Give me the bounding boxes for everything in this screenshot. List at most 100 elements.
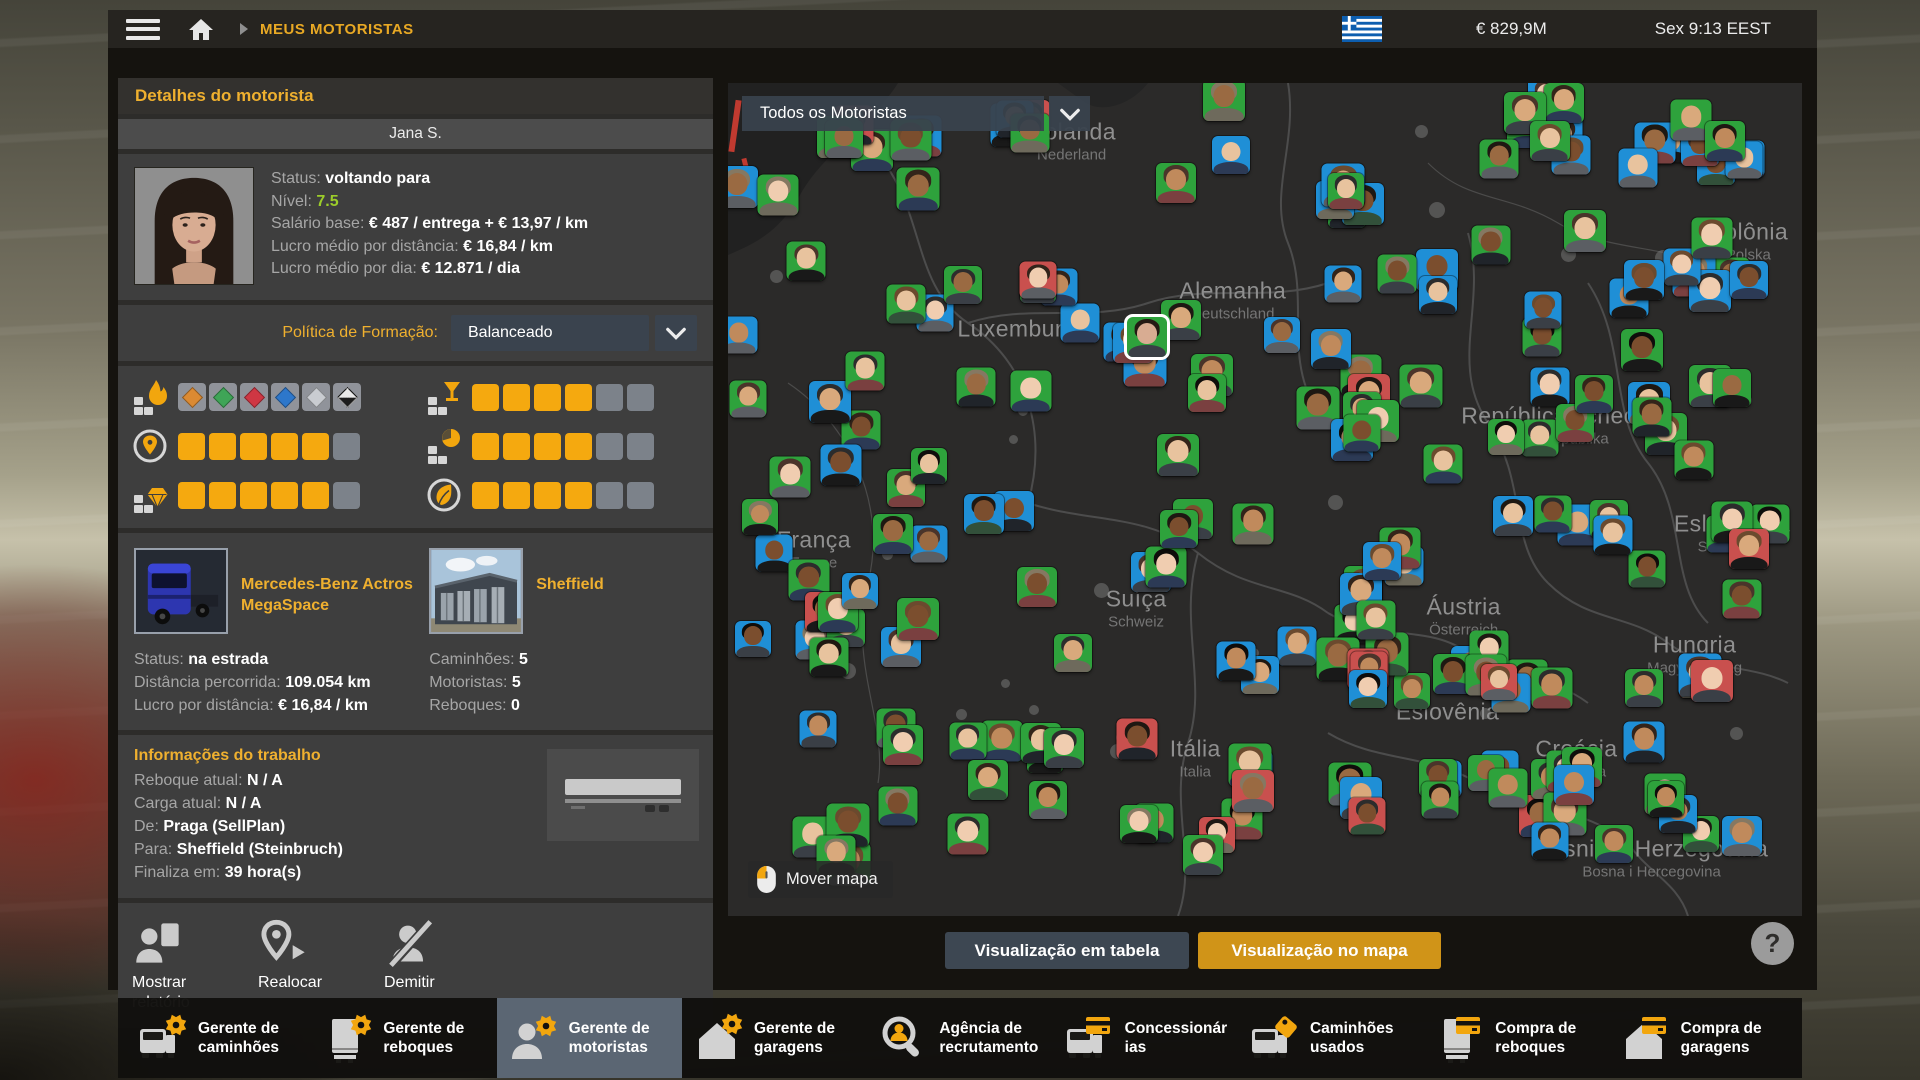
driver-marker[interactable] bbox=[1595, 825, 1633, 863]
driver-marker[interactable] bbox=[742, 499, 778, 535]
driver-marker[interactable] bbox=[1422, 782, 1459, 819]
driver-marker[interactable] bbox=[1525, 292, 1562, 329]
driver-marker[interactable] bbox=[1493, 496, 1533, 536]
driver-marker[interactable] bbox=[1593, 516, 1632, 555]
driver-marker[interactable] bbox=[1233, 503, 1274, 544]
map-view-button[interactable]: Visualização no mapa bbox=[1198, 932, 1441, 969]
driver-marker[interactable] bbox=[1029, 781, 1067, 819]
driver-marker[interactable] bbox=[911, 448, 947, 484]
driver-marker[interactable] bbox=[1575, 375, 1613, 413]
driver-marker[interactable] bbox=[1629, 551, 1666, 588]
driver-marker[interactable] bbox=[897, 167, 940, 210]
driver-marker[interactable] bbox=[1564, 210, 1606, 252]
driver-marker[interactable] bbox=[1044, 728, 1084, 768]
driver-marker[interactable] bbox=[1212, 136, 1250, 174]
relocate-button[interactable]: Realocar bbox=[258, 918, 358, 993]
driver-marker[interactable] bbox=[1161, 300, 1201, 340]
driver-marker[interactable] bbox=[1203, 83, 1245, 121]
chevron-down-icon[interactable] bbox=[655, 315, 697, 351]
driver-marker[interactable] bbox=[947, 814, 988, 855]
driver-marker[interactable] bbox=[1419, 276, 1457, 314]
driver-marker[interactable] bbox=[1264, 317, 1300, 353]
driver-marker[interactable] bbox=[1054, 634, 1092, 672]
driver-marker[interactable] bbox=[1531, 823, 1568, 860]
driver-marker[interactable] bbox=[1624, 260, 1664, 300]
driver-marker[interactable] bbox=[800, 710, 837, 747]
driver-marker[interactable] bbox=[758, 174, 799, 215]
driver-marker[interactable] bbox=[1481, 664, 1517, 700]
driver-marker[interactable] bbox=[842, 573, 878, 609]
driver-marker[interactable] bbox=[728, 317, 757, 354]
driver-marker[interactable] bbox=[1544, 83, 1584, 123]
driver-marker[interactable] bbox=[944, 266, 982, 304]
table-view-button[interactable]: Visualização em tabela bbox=[945, 932, 1189, 969]
drivers-map[interactable]: HolandaNederlandAlemanhaDeutschlandLuxem… bbox=[728, 83, 1802, 916]
driver-marker[interactable] bbox=[809, 637, 848, 676]
driver-marker[interactable] bbox=[1730, 261, 1768, 299]
driver-marker[interactable] bbox=[1729, 529, 1769, 569]
nav-item-buy-garages[interactable]: Compra de garagens bbox=[1609, 998, 1794, 1078]
driver-marker[interactable] bbox=[1530, 368, 1569, 407]
driver-marker[interactable] bbox=[730, 380, 767, 417]
dismiss-button[interactable]: Demitir bbox=[384, 918, 484, 993]
driver-marker[interactable] bbox=[1363, 542, 1401, 580]
assigned-truck-card[interactable]: Mercedes-Benz Actros MegaSpace bbox=[134, 548, 423, 634]
driver-marker[interactable] bbox=[1325, 265, 1362, 302]
driver-marker[interactable] bbox=[1521, 419, 1558, 456]
driver-marker[interactable] bbox=[1722, 816, 1762, 856]
driver-marker[interactable] bbox=[949, 723, 986, 760]
driver-marker[interactable] bbox=[1531, 667, 1572, 708]
driver-marker[interactable] bbox=[1017, 567, 1057, 607]
driver-marker[interactable] bbox=[1625, 669, 1663, 707]
driver-marker[interactable] bbox=[735, 621, 771, 657]
selected-driver-marker[interactable] bbox=[1127, 317, 1167, 357]
driver-marker[interactable] bbox=[1146, 546, 1187, 587]
home-icon[interactable] bbox=[188, 17, 214, 41]
driver-marker[interactable] bbox=[1530, 121, 1570, 161]
driver-marker[interactable] bbox=[1488, 419, 1524, 455]
driver-marker[interactable] bbox=[1010, 371, 1051, 412]
driver-marker[interactable] bbox=[846, 352, 885, 391]
home-garage-card[interactable]: Sheffield bbox=[429, 548, 697, 634]
driver-marker[interactable] bbox=[1188, 374, 1226, 412]
driver-marker[interactable] bbox=[1424, 444, 1463, 483]
driver-marker[interactable] bbox=[1691, 217, 1732, 258]
driver-marker[interactable] bbox=[897, 598, 939, 640]
driver-marker[interactable] bbox=[1648, 781, 1684, 817]
driver-marker[interactable] bbox=[1328, 173, 1364, 209]
driver-marker[interactable] bbox=[1713, 369, 1751, 407]
nav-item-driver-manager[interactable]: Gerente de motoristas bbox=[497, 998, 682, 1078]
driver-marker[interactable] bbox=[1691, 660, 1733, 702]
driver-marker[interactable] bbox=[1480, 139, 1519, 178]
driver-marker[interactable] bbox=[770, 457, 811, 498]
driver-marker[interactable] bbox=[964, 494, 1004, 534]
driver-marker[interactable] bbox=[1349, 798, 1386, 835]
driver-marker[interactable] bbox=[1624, 721, 1665, 762]
training-policy-dropdown[interactable]: Balanceado bbox=[451, 315, 649, 351]
driver-marker[interactable] bbox=[883, 725, 923, 765]
driver-marker[interactable] bbox=[1534, 495, 1571, 532]
driver-marker[interactable] bbox=[1488, 768, 1527, 807]
driver-marker[interactable] bbox=[1183, 835, 1223, 875]
nav-item-used-trucks[interactable]: Caminhões usados bbox=[1238, 998, 1423, 1078]
driver-marker[interactable] bbox=[1722, 579, 1761, 618]
driver-filter-select[interactable]: Todos os Motoristas bbox=[742, 96, 1044, 131]
driver-marker[interactable] bbox=[968, 760, 1008, 800]
driver-marker[interactable] bbox=[1217, 642, 1256, 681]
greece-flag-icon[interactable] bbox=[1342, 16, 1382, 42]
menu-icon[interactable] bbox=[126, 19, 160, 40]
driver-marker[interactable] bbox=[1705, 121, 1745, 161]
nav-item-trailer-manager[interactable]: Gerente de reboques bbox=[311, 998, 496, 1078]
driver-marker[interactable] bbox=[1156, 163, 1196, 203]
driver-marker[interactable] bbox=[1554, 765, 1594, 805]
driver-marker[interactable] bbox=[1311, 329, 1351, 369]
driver-marker[interactable] bbox=[1674, 440, 1713, 479]
driver-marker[interactable] bbox=[1394, 673, 1430, 709]
driver-marker[interactable] bbox=[1160, 510, 1198, 548]
nav-item-buy-trailers[interactable]: Compra de reboques bbox=[1423, 998, 1608, 1078]
driver-marker[interactable] bbox=[1061, 303, 1100, 342]
driver-marker[interactable] bbox=[787, 242, 826, 281]
driver-marker[interactable] bbox=[981, 721, 1022, 762]
help-button[interactable]: ? bbox=[1751, 922, 1794, 965]
driver-marker[interactable] bbox=[1632, 398, 1671, 437]
